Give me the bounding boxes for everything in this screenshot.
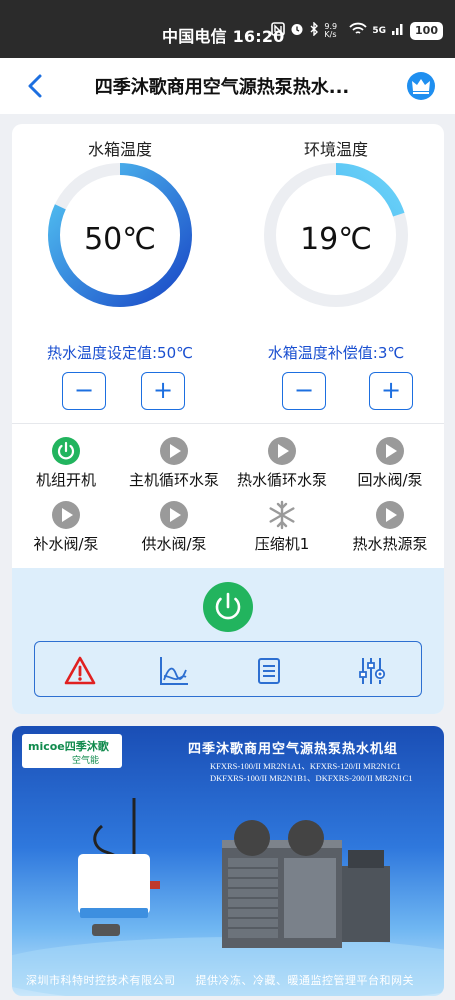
compensation-text: 水箱温度补偿值:3℃ <box>267 344 405 362</box>
status-label: 机组开机 <box>35 471 96 489</box>
status-label: 压缩机1 <box>254 535 310 553</box>
status-label: 供水阀/泵 <box>141 535 207 553</box>
alarm-icon <box>64 656 96 685</box>
increase-compensation-button[interactable]: + <box>369 372 413 410</box>
status-label: 热水热源泵 <box>352 535 428 553</box>
crown-icon <box>412 79 430 94</box>
play-icon <box>268 437 296 465</box>
settings-button[interactable] <box>355 654 389 688</box>
battery-indicator: 100 <box>410 22 443 40</box>
nfc-icon <box>271 22 286 40</box>
status-item-heat-source-pump: 热水热源泵 <box>336 500 444 554</box>
decrease-compensation-button[interactable]: − <box>282 372 326 410</box>
list-button[interactable] <box>252 654 286 688</box>
snowflake-icon <box>269 500 295 530</box>
status-item-main-pump: 主机循环水泵 <box>120 436 228 490</box>
play-icon <box>160 501 188 529</box>
play-icon <box>52 501 80 529</box>
carrier-time: 中国电信 16:20 <box>162 27 285 46</box>
status-item-hot-water-pump: 热水循环水泵 <box>228 436 336 490</box>
bluetooth-icon <box>309 21 319 40</box>
tool-bar <box>34 641 422 697</box>
system-status-bar: 中国电信 16:20 9.9 K/s 5G 100 <box>0 0 455 58</box>
setpoint-text: 热水温度设定值:50℃ <box>47 344 193 362</box>
power-icon <box>52 437 80 465</box>
device-status-grid: 机组开机 主机循环水泵 热水循环水泵 回水阀/泵 补水阀/泵 供水阀/泵 压缩机… <box>12 434 444 564</box>
sliders-icon <box>359 658 386 684</box>
product-illustration <box>12 798 444 996</box>
decrease-setpoint-button[interactable]: − <box>62 372 106 410</box>
ambient-temp-gauge: 环境温度 19℃ 水箱温度补偿值:3℃ − + <box>236 124 436 424</box>
tank-temp-gauge: 水箱温度 50℃ 热水温度设定值:50℃ − + <box>20 124 220 424</box>
status-label: 回水阀/泵 <box>357 471 423 489</box>
vip-button[interactable] <box>407 72 435 100</box>
status-label: 主机循环水泵 <box>128 471 219 489</box>
status-icons: 9.9 K/s 5G 100 <box>271 21 443 40</box>
footer-slogan: 提供冷冻、冷藏、暖通监控管理平台和网关 <box>195 974 414 987</box>
play-icon <box>160 437 188 465</box>
footer-company: 深圳市科特时控技术有限公司 <box>26 974 176 987</box>
list-icon <box>258 658 280 684</box>
page-title: 四季沐歌商用空气源热泵热水... <box>94 77 350 98</box>
gauge-label: 环境温度 <box>303 140 368 159</box>
status-item-refill-valve: 补水阀/泵 <box>12 500 120 554</box>
chevron-left-icon <box>28 74 42 98</box>
product-banner[interactable]: micoe四季沐歌 空气能 四季沐歌商用空气源热泵热水机组 KFXRS-100/… <box>12 726 444 996</box>
main-card: 水箱温度 50℃ 热水温度设定值:50℃ − + 环境温度 19℃ 水箱温度补偿… <box>12 124 444 714</box>
alarm-button[interactable] <box>63 654 97 688</box>
signal-icon <box>391 22 405 40</box>
gauge-value: 19℃ <box>300 222 372 257</box>
banner-footer: 深圳市科特时控技术有限公司 提供冷冻、冷藏、暖通监控管理平台和网关 <box>26 972 436 988</box>
power-icon <box>215 592 241 620</box>
wifi-icon <box>349 22 368 40</box>
net-speed: 9.9 K/s <box>324 22 338 39</box>
status-item-return-valve: 回水阀/泵 <box>336 436 444 490</box>
signal-label: 5G <box>372 26 387 36</box>
status-item-compressor: 压缩机1 <box>228 500 336 554</box>
play-icon <box>376 437 404 465</box>
status-label: 补水阀/泵 <box>33 535 99 553</box>
curve-chart-icon <box>160 657 188 685</box>
alarm-clock-icon <box>290 22 304 40</box>
nav-bar: 四季沐歌商用空气源热泵热水... <box>0 58 455 114</box>
divider <box>12 423 444 424</box>
gauge-value: 50℃ <box>84 222 156 257</box>
back-button[interactable] <box>24 72 48 100</box>
gauge-label: 水箱温度 <box>87 140 152 159</box>
increase-setpoint-button[interactable]: + <box>141 372 185 410</box>
power-button[interactable] <box>203 582 253 632</box>
control-panel <box>12 568 444 714</box>
chart-button[interactable] <box>157 654 191 688</box>
status-label: 热水循环水泵 <box>236 471 327 489</box>
play-icon <box>376 501 404 529</box>
status-item-supply-valve: 供水阀/泵 <box>120 500 228 554</box>
status-item-unit-on: 机组开机 <box>12 436 120 490</box>
